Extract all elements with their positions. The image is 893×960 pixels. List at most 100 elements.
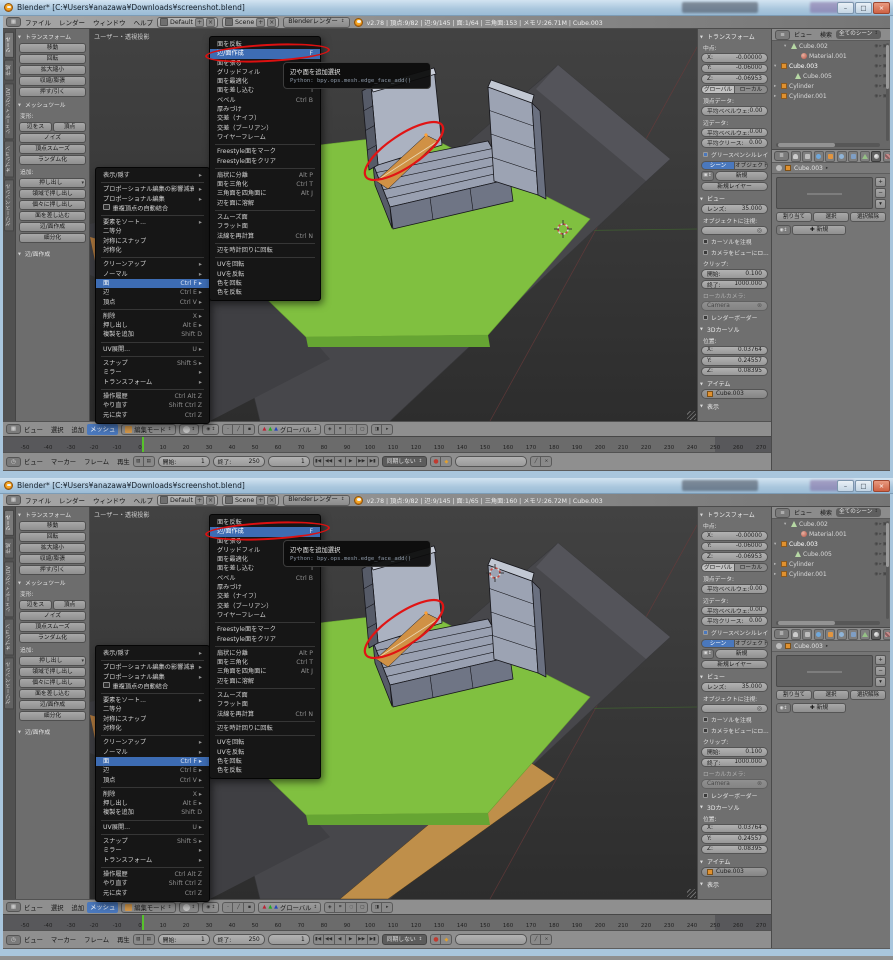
- new-material-button[interactable]: ✚ 新規: [792, 703, 846, 713]
- tool-button[interactable]: 移動: [19, 521, 86, 531]
- snap-buttons[interactable]: ◈ ⌗ ◌ ▢: [324, 424, 368, 435]
- timeline-menu[interactable]: ビュー: [24, 935, 43, 944]
- tool-button[interactable]: 頂点スムーズ: [19, 144, 86, 154]
- orientation-dropdown[interactable]: ▲▲▲ グローバル↕: [258, 424, 321, 435]
- view3d-menu-mesh[interactable]: メッシュ: [87, 902, 118, 913]
- scene-selector[interactable]: Scene + ×: [222, 17, 279, 28]
- menu-item[interactable]: プロポーショナル編集の影響減衰タイプ ▸: [96, 663, 209, 672]
- tool-button[interactable]: ノイズ: [19, 133, 86, 143]
- props-tab-object-icon[interactable]: [825, 629, 835, 640]
- edge-crease-field[interactable]: 平均クリース:0.00: [701, 616, 768, 626]
- tool-button[interactable]: 辺/面作成: [19, 700, 86, 710]
- select-button[interactable]: 選択: [813, 690, 849, 700]
- menu-item[interactable]: [96, 865, 209, 870]
- menu-item[interactable]: やり直す Shift Ctrl Z: [96, 879, 209, 888]
- viewport-shading-dropdown[interactable]: ↕: [179, 424, 200, 435]
- submenu-item[interactable]: 辺を時計回りに回転: [210, 246, 320, 255]
- tool-button[interactable]: 回転: [19, 532, 86, 542]
- props-tab-constraints-icon[interactable]: [837, 151, 847, 162]
- tool-button[interactable]: 頂点スムーズ: [19, 622, 86, 632]
- timeline-menu[interactable]: ビュー: [24, 457, 43, 466]
- menu-item[interactable]: [96, 785, 209, 790]
- checkbox-checked-icon[interactable]: [703, 630, 708, 635]
- submenu-item[interactable]: 面を三角化 Ctrl T: [210, 658, 320, 667]
- tool-button[interactable]: 頂点: [53, 122, 86, 132]
- view3d-menu[interactable]: 選択: [51, 903, 64, 912]
- edge-bevel-weight-field[interactable]: 平均ベベルウェ:0.00: [701, 606, 768, 616]
- topbar-menu[interactable]: レンダー: [59, 495, 85, 505]
- tool-button[interactable]: 個々に押し出し: [19, 678, 86, 688]
- vertex-select-icon[interactable]: ⬝: [222, 902, 233, 913]
- cursor-coordinate-field[interactable]: Y:0.24557: [701, 356, 768, 366]
- delete-keyframe-icon[interactable]: ×: [541, 456, 552, 467]
- remove-slot-button[interactable]: −: [875, 666, 886, 676]
- tool-button[interactable]: 収縮/膨張: [19, 76, 86, 86]
- submenu-item[interactable]: 辺を時計回りに回転: [210, 724, 320, 733]
- menu-item[interactable]: 操作履歴 Ctrl Alt Z: [96, 392, 209, 401]
- lock-range-icon[interactable]: ▤: [144, 456, 155, 467]
- submenu-item[interactable]: Freestyle面をクリア: [210, 635, 320, 644]
- record-buttons[interactable]: ● ◆: [430, 934, 452, 945]
- add-scene-icon[interactable]: +: [256, 496, 265, 505]
- topbar-menu[interactable]: ファイル: [25, 495, 51, 505]
- submenu-item[interactable]: [210, 686, 320, 691]
- expand-icon[interactable]: ▸: [774, 562, 779, 567]
- face-select-icon[interactable]: ▪: [244, 424, 255, 435]
- submenu-item[interactable]: [210, 733, 320, 738]
- menu-item[interactable]: クリーンアップ ▸: [96, 260, 209, 269]
- snap-element-icon[interactable]: ⌗: [335, 902, 346, 913]
- toolshelf-tab[interactable]: シェーディング/UV: [4, 561, 14, 617]
- play-reverse-icon[interactable]: ◀: [335, 456, 346, 467]
- submenu-item[interactable]: 交差（ブーリアン）: [210, 602, 320, 611]
- menu-item[interactable]: 二等分: [96, 705, 209, 714]
- render-border-checkbox[interactable]: レンダーボーダー: [698, 790, 771, 801]
- props-tab-texture-icon[interactable]: [883, 151, 891, 162]
- submenu-item[interactable]: Freestyle面をマーク: [210, 147, 320, 156]
- timeline-ruler[interactable]: -50 -40 -30 -20 -10 0 10 20 30 40 50: [3, 914, 771, 930]
- delete-scene-icon[interactable]: ×: [267, 496, 276, 505]
- window-titlebar[interactable]: Blender* [C:¥Users¥anazawa¥Downloads¥scr…: [0, 478, 893, 494]
- minimize-button[interactable]: –: [837, 2, 854, 14]
- occlude-icon[interactable]: ▢: [357, 424, 368, 435]
- lens-field[interactable]: レンズ:35.000: [701, 682, 768, 692]
- menu-item[interactable]: [96, 733, 209, 738]
- add-screen-icon[interactable]: +: [195, 496, 204, 505]
- submenu-item[interactable]: 色を反転: [210, 288, 320, 297]
- median-coordinate-field[interactable]: Z:-0.06953: [701, 74, 768, 84]
- submenu-item[interactable]: 厚みづけ: [210, 583, 320, 592]
- tool-button[interactable]: 収縮/膨張: [19, 554, 86, 564]
- tool-button[interactable]: 回転: [19, 54, 86, 64]
- submenu-item[interactable]: 面を三角化 Ctrl T: [210, 180, 320, 189]
- menu-item[interactable]: 辺 Ctrl E ▸: [96, 766, 209, 775]
- snap-element-icon[interactable]: ⌗: [335, 424, 346, 435]
- viewport-shading-dropdown[interactable]: ↕: [179, 902, 200, 913]
- record-icon[interactable]: ●: [430, 934, 441, 945]
- menu-item[interactable]: 押し出し Alt E ▸: [96, 799, 209, 808]
- timeline-menu[interactable]: フレーム: [84, 457, 109, 466]
- timeline-menu[interactable]: マーカー: [51, 457, 76, 466]
- gp-new-layer-button[interactable]: 新規レイヤー: [701, 660, 768, 670]
- outliner-row[interactable]: ▸ Cylinder.001 ◉▸▣: [772, 569, 890, 579]
- menu-item[interactable]: 重複頂点の自動結合: [96, 682, 209, 691]
- submenu-item[interactable]: ベベル Ctrl B: [210, 96, 320, 105]
- expand-icon[interactable]: ▸: [774, 84, 779, 89]
- tool-button[interactable]: 拡大縮小: [19, 65, 86, 75]
- menu-item[interactable]: やり直す Shift Ctrl Z: [96, 401, 209, 410]
- gp-object-tab[interactable]: オブジェクト: [735, 639, 768, 649]
- props-tab-scene-icon[interactable]: [802, 151, 812, 162]
- menu-item[interactable]: [96, 691, 209, 696]
- add-screen-icon[interactable]: +: [195, 18, 204, 27]
- outliner-row[interactable]: ▾ Cube.002 ◉▸▣: [772, 41, 890, 51]
- submenu-item[interactable]: [210, 142, 320, 147]
- submenu-item[interactable]: UVを回転: [210, 260, 320, 269]
- median-coordinate-field[interactable]: X:-0.00000: [701, 53, 768, 63]
- menu-item[interactable]: プロポーショナル編集の影響減衰タイプ ▸: [96, 185, 209, 194]
- pin-icon[interactable]: [776, 643, 782, 649]
- props-tab-world-icon[interactable]: [814, 151, 824, 162]
- gp-new-button[interactable]: 新規: [715, 171, 768, 181]
- checkbox-checked-icon[interactable]: [703, 152, 708, 157]
- submenu-item[interactable]: 法線を再計算 Ctrl N: [210, 710, 320, 719]
- lock-camera-checkbox[interactable]: カメラをビューにロ...: [698, 247, 771, 258]
- props-tab-scene-icon[interactable]: [802, 629, 812, 640]
- props-tab-object-icon[interactable]: [825, 151, 835, 162]
